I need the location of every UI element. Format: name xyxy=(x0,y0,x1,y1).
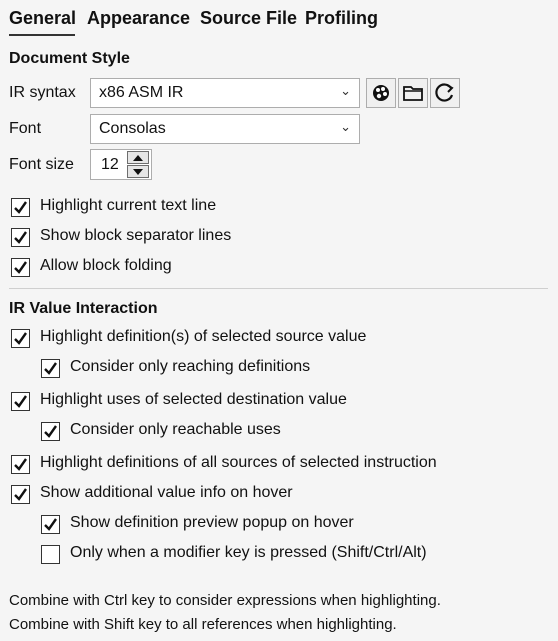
ctrl-key-note: Combine with Ctrl key to consider expres… xyxy=(9,592,441,609)
preview-popup-label: Show definition preview popup on hover xyxy=(70,514,354,531)
ir-syntax-label: IR syntax xyxy=(9,84,76,101)
refresh-icon xyxy=(435,83,454,102)
arrow-up-icon xyxy=(133,154,143,161)
value-info-hover-checkbox[interactable] xyxy=(11,485,30,504)
font-value: Consolas xyxy=(99,120,166,137)
chevron-down-icon: ⌄ xyxy=(340,119,351,134)
font-dropdown[interactable]: Consolas ⌄ xyxy=(90,114,360,144)
checkmark-icon xyxy=(14,458,27,471)
reaching-definitions-label: Consider only reaching definitions xyxy=(70,358,311,375)
chevron-down-icon: ⌄ xyxy=(340,83,351,98)
font-label: Font xyxy=(9,120,42,137)
checkmark-icon xyxy=(14,201,27,214)
font-size-label: Font size xyxy=(9,156,74,173)
highlight-all-sources-checkbox[interactable] xyxy=(11,455,30,474)
font-size-stepper[interactable]: 12 xyxy=(90,149,152,180)
shift-key-note: Combine with Shift key to all references… xyxy=(9,616,397,633)
highlight-current-line-label: Highlight current text line xyxy=(40,197,217,214)
checkmark-icon xyxy=(14,332,27,345)
show-block-separator-label: Show block separator lines xyxy=(40,227,232,244)
active-tab-indicator xyxy=(9,34,75,36)
tab-general[interactable]: General xyxy=(9,8,76,29)
allow-block-folding-label: Allow block folding xyxy=(40,257,172,274)
highlight-definitions-checkbox[interactable] xyxy=(11,329,30,348)
allow-block-folding-checkbox[interactable] xyxy=(11,258,30,277)
section-title-ir-value-interaction: IR Value Interaction xyxy=(9,300,158,317)
reachable-uses-label: Consider only reachable uses xyxy=(70,421,281,438)
checkmark-icon xyxy=(44,518,57,531)
highlight-uses-checkbox[interactable] xyxy=(11,392,30,411)
ir-syntax-value: x86 ASM IR xyxy=(99,84,184,101)
checkmark-icon xyxy=(14,488,27,501)
ir-syntax-dropdown[interactable]: x86 ASM IR ⌄ xyxy=(90,78,360,108)
highlight-current-line-checkbox[interactable] xyxy=(11,198,30,217)
modifier-key-checkbox[interactable] xyxy=(41,545,60,564)
value-info-hover-label: Show additional value info on hover xyxy=(40,484,293,501)
highlight-all-sources-label: Highlight definitions of all sources of … xyxy=(40,454,437,471)
stepper-down-button[interactable] xyxy=(127,165,149,178)
tab-profiling[interactable]: Profiling xyxy=(305,8,378,29)
checkmark-icon xyxy=(14,231,27,244)
reset-button[interactable] xyxy=(430,78,460,108)
arrow-down-icon xyxy=(133,168,143,175)
open-folder-button[interactable] xyxy=(398,78,428,108)
tab-appearance[interactable]: Appearance xyxy=(87,8,190,29)
tab-bar: General Appearance Source File Profiling xyxy=(0,0,558,40)
stepper-up-button[interactable] xyxy=(127,151,149,164)
modifier-key-label: Only when a modifier key is pressed (Shi… xyxy=(70,544,427,561)
highlight-uses-label: Highlight uses of selected destination v… xyxy=(40,391,347,408)
font-size-value: 12 xyxy=(101,156,119,173)
palette-button[interactable] xyxy=(366,78,396,108)
checkmark-icon xyxy=(14,395,27,408)
tab-source-file[interactable]: Source File xyxy=(200,8,297,29)
show-block-separator-checkbox[interactable] xyxy=(11,228,30,247)
palette-icon xyxy=(373,85,389,101)
preview-popup-checkbox[interactable] xyxy=(41,515,60,534)
checkmark-icon xyxy=(44,425,57,438)
reachable-uses-checkbox[interactable] xyxy=(41,422,60,441)
highlight-definitions-label: Highlight definition(s) of selected sour… xyxy=(40,328,367,345)
section-title-document-style: Document Style xyxy=(9,50,130,67)
reaching-definitions-checkbox[interactable] xyxy=(41,359,60,378)
section-divider xyxy=(9,288,548,289)
folder-icon xyxy=(403,86,423,101)
checkmark-icon xyxy=(44,362,57,375)
checkmark-icon xyxy=(14,261,27,274)
